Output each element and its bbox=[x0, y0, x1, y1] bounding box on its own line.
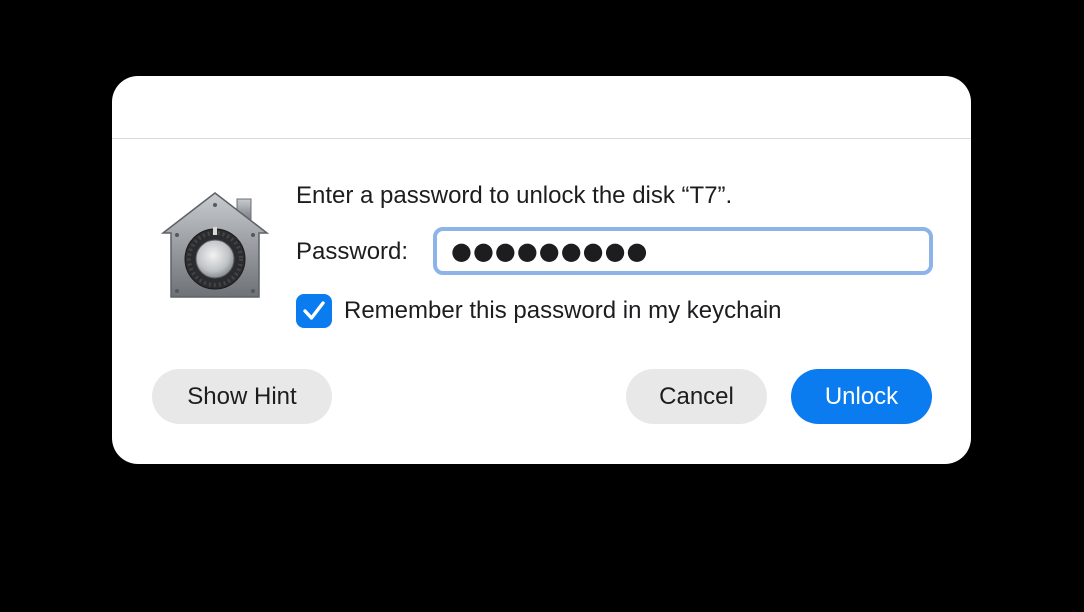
unlock-button[interactable]: Unlock bbox=[791, 369, 932, 424]
dialog-titlebar bbox=[112, 76, 971, 139]
password-field[interactable]: ●●●●●●●●● bbox=[433, 227, 933, 275]
remember-keychain-label[interactable]: Remember this password in my keychain bbox=[344, 297, 782, 325]
password-label: Password: bbox=[296, 238, 409, 265]
cancel-button[interactable]: Cancel bbox=[626, 369, 767, 424]
remember-keychain-checkbox[interactable] bbox=[296, 294, 332, 328]
show-hint-button[interactable]: Show Hint bbox=[152, 369, 332, 424]
dialog-message: Enter a password to unlock the disk “T7”… bbox=[296, 182, 733, 209]
unlock-disk-dialog: Enter a password to unlock the disk “T7”… bbox=[112, 76, 971, 464]
password-value: ●●●●●●●●● bbox=[451, 237, 649, 265]
checkmark-icon bbox=[303, 301, 325, 320]
filevault-lock-icon bbox=[157, 189, 273, 299]
